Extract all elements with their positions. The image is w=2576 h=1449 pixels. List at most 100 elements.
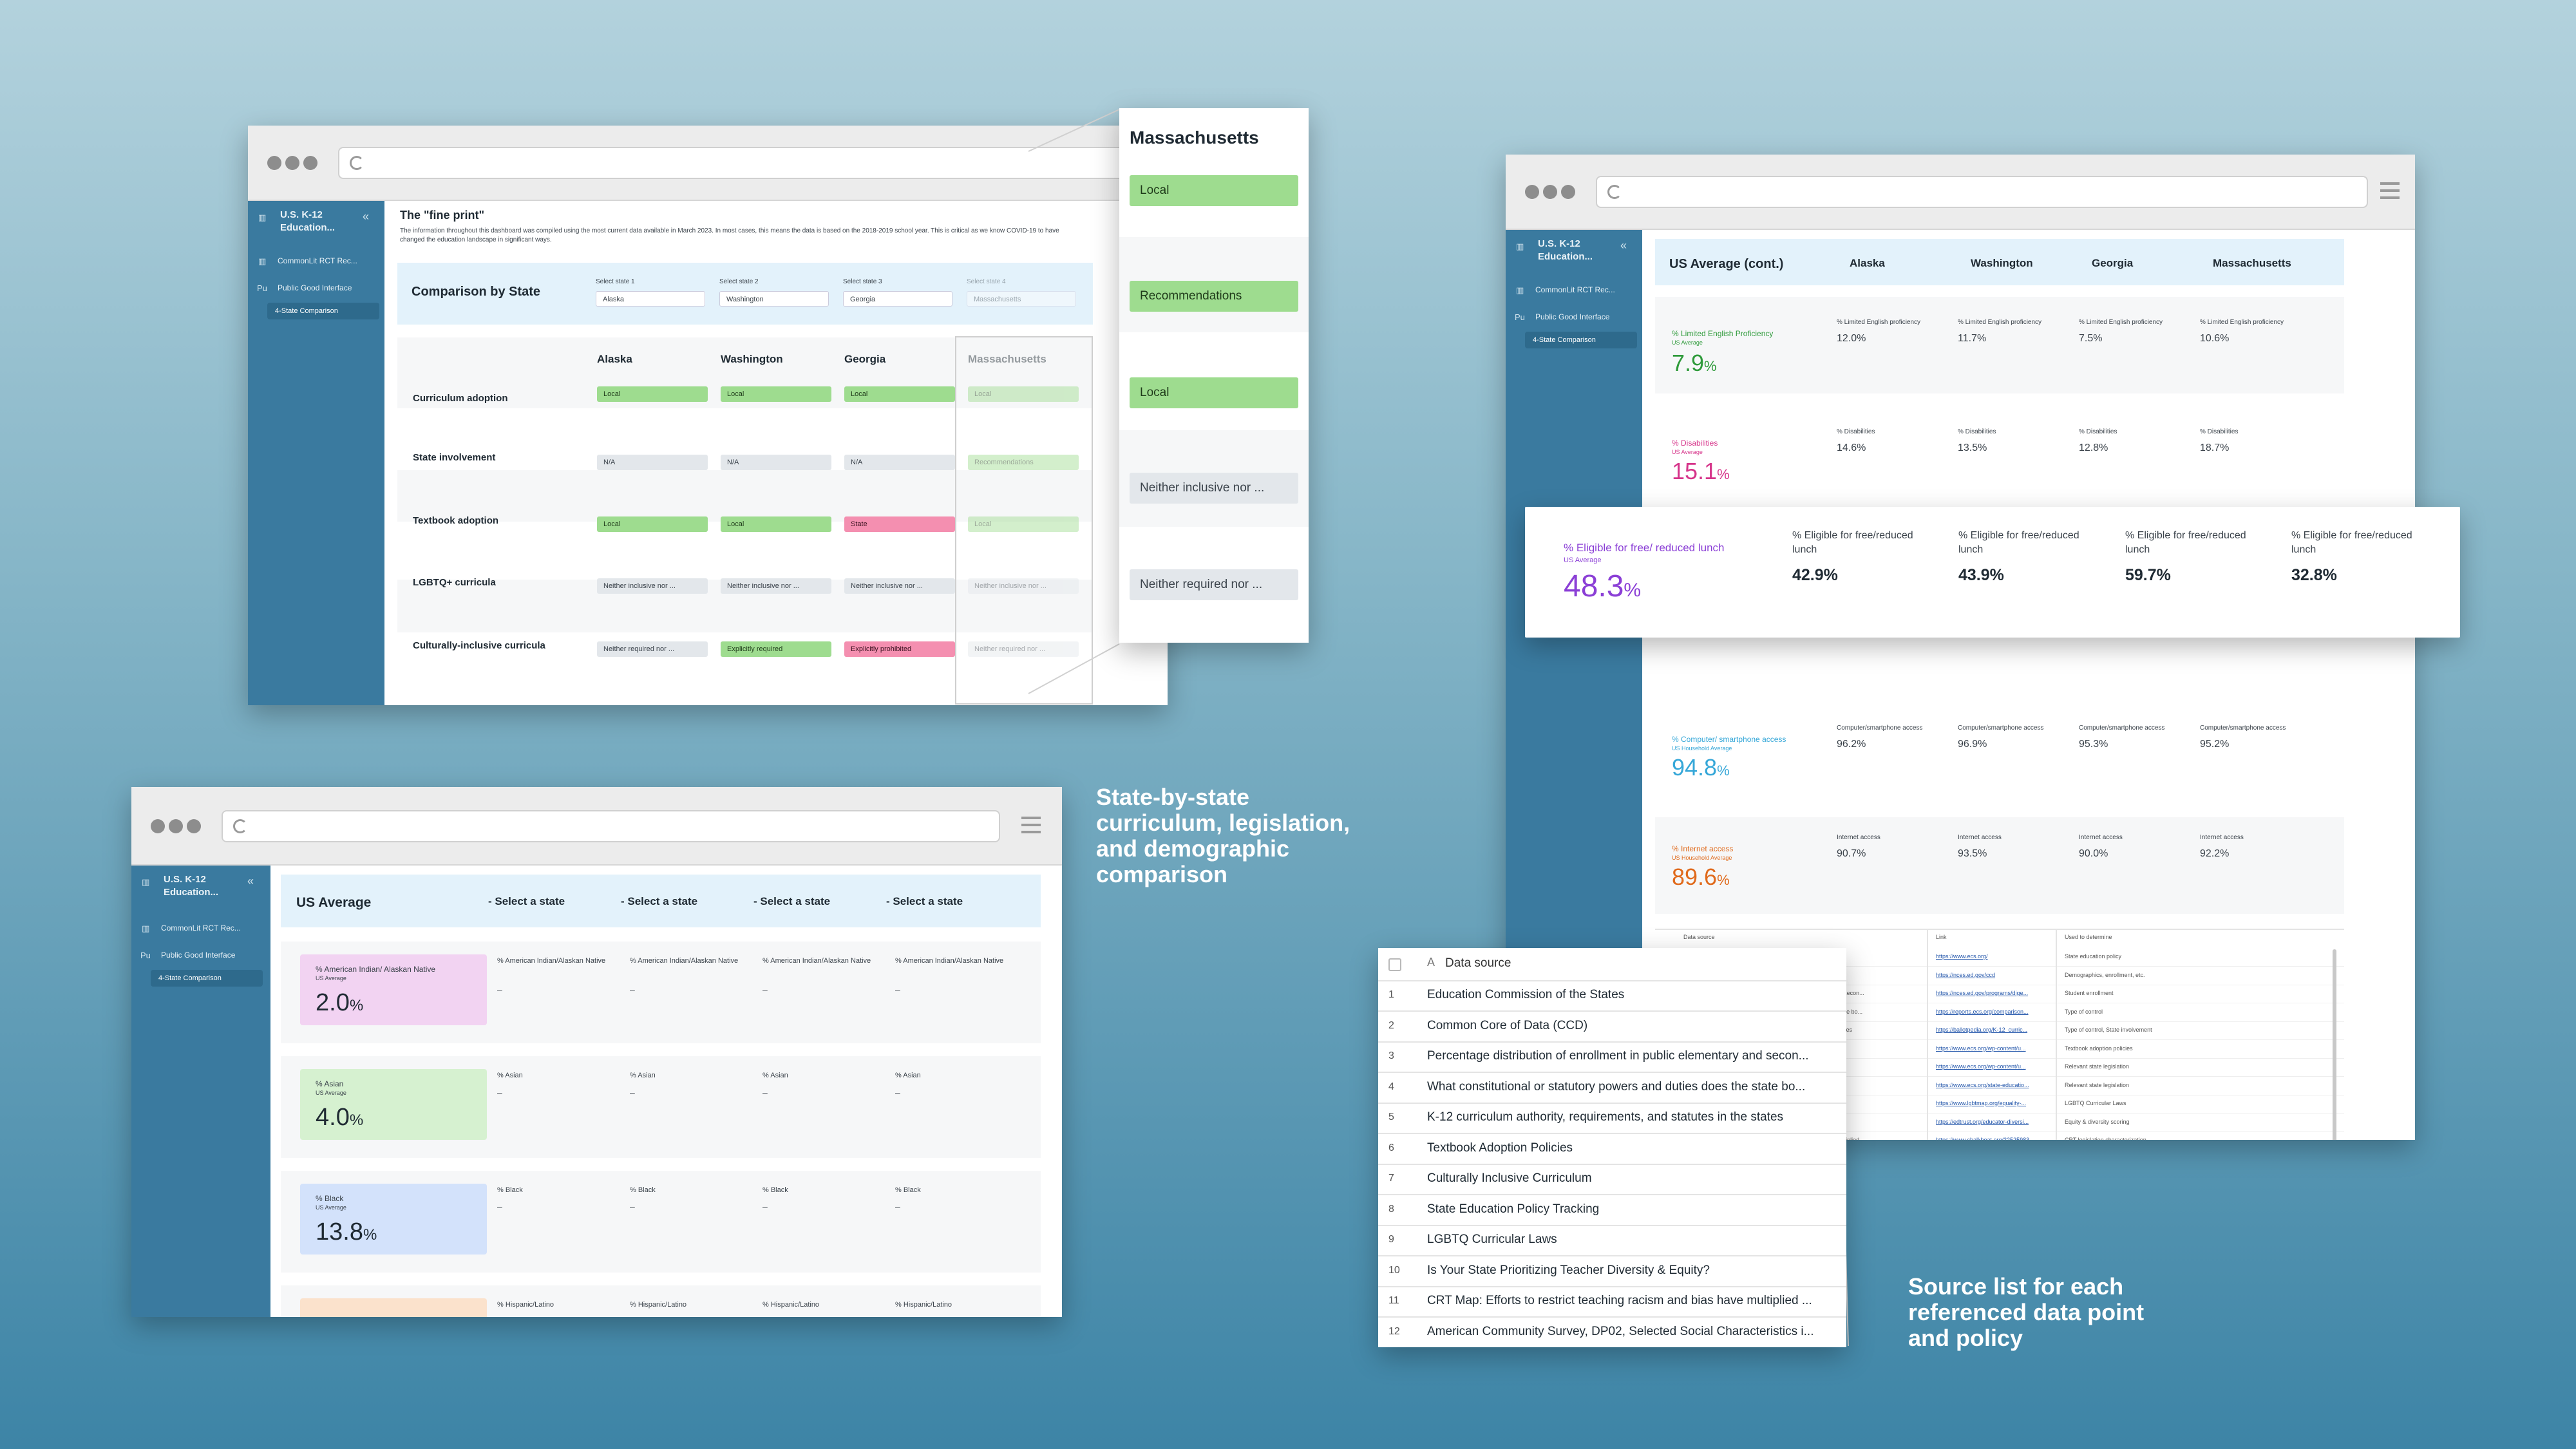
list-item[interactable]: 10 Is Your State Prioritizing Teacher Div… [1378,1256,1846,1287]
row-number: 1 [1388,989,1394,1000]
sidebar-item-public-good[interactable]: Public Good Interface [1535,312,1609,321]
used-to-determine-cell: LGBTQ Curricular Laws [2065,1100,2126,1106]
col-label: % Asian [762,1072,788,1079]
address-bar[interactable] [222,810,1000,842]
link-cell[interactable]: https://reports.ecs.org/comparison... [1936,1009,2052,1015]
list-item[interactable]: 2 Common Core of Data (CCD) [1378,1011,1846,1043]
collapse-icon[interactable]: « [247,875,254,888]
cell-alaska-lgbtq: Neither inclusive nor ... [597,578,708,594]
col-label: % Hispanic/Latino [630,1301,687,1309]
popup-col-value: 59.7% [2125,566,2171,584]
select-state-3[interactable]: Georgia [843,291,952,307]
metric-label: % Computer/ smartphone access [1672,735,1786,744]
header-massachusetts: Massachusetts [2213,257,2291,269]
select-state-1[interactable]: Alaska [596,291,705,307]
metric-number: 15.1 [1672,458,1718,484]
link-cell[interactable]: https://www.lgbtmap.org/equality-... [1936,1100,2052,1106]
window-dot-close[interactable] [151,819,165,833]
reload-icon[interactable] [350,156,364,170]
cell-georgia-textbook: State [844,516,955,532]
window-dot-maximize[interactable] [1561,185,1575,199]
pu-icon: pu [1515,312,1525,322]
select-state-4[interactable]: Massachusetts [967,291,1076,307]
list-item[interactable]: 6 Textbook Adoption Policies [1378,1133,1846,1165]
sidebar-item-public-good[interactable]: Public Good Interface [278,283,352,292]
link-cell[interactable]: https://www.ecs.org/ [1936,953,2052,960]
link-cell[interactable]: https://edtrust.org/educator-diversi... [1936,1119,2052,1125]
window-dot-maximize[interactable] [303,156,317,170]
header-washington: Washington [1971,257,2033,269]
link-cell[interactable]: https://nces.ed.gov/programs/dige... [1936,990,2052,996]
window-dot-maximize[interactable] [187,819,201,833]
list-item[interactable]: 9 LGBTQ Curricular Laws [1378,1225,1846,1256]
link-cell[interactable]: https://www.chalkbeat.org/22525983... [1936,1137,2052,1140]
window-dot-minimize[interactable] [169,819,183,833]
window-dot-minimize[interactable] [1543,185,1557,199]
sidebar-item-4-state[interactable]: 4-State Comparison [267,303,379,319]
list-item[interactable]: 8 State Education Policy Tracking [1378,1195,1846,1226]
table-divider [1927,930,1928,1140]
reload-icon[interactable] [233,819,247,833]
list-item[interactable]: 4 What constitutional or statutory powers… [1378,1072,1846,1104]
row-number: 3 [1388,1050,1394,1061]
popup-sub: US Average [1564,556,1602,564]
list-item[interactable]: 3 Percentage distribution of enrollment i… [1378,1041,1846,1073]
data-source-name: Common Core of Data (CCD) [1427,1018,1588,1032]
select-state-4[interactable]: - Select a state [886,895,963,908]
used-to-determine-cell: Equity & diversity scoring [2065,1118,2130,1125]
metric-value: 7.9% [1672,350,1717,377]
col-value: 92.2% [2200,848,2230,859]
col-label: % Limited English proficiency [1837,319,1921,326]
popup-value: 48.3% [1564,569,1641,604]
window-dot-minimize[interactable] [285,156,299,170]
link-cell[interactable]: https://www.ecs.org/wp-content/u... [1936,1045,2052,1052]
collapse-icon[interactable]: « [1620,239,1627,252]
select-label-2: Select state 2 [719,278,759,285]
reload-icon[interactable] [1607,185,1622,199]
chart-icon: ▥ [258,213,267,222]
link-cell[interactable]: https://ballotpedia.org/K-12_curric... [1936,1027,2052,1033]
menu-icon[interactable] [2380,182,2400,204]
select-state-2[interactable]: - Select a state [621,895,697,908]
col-label: % Asian [497,1072,523,1079]
col-label: Computer/smartphone access [1837,724,1923,732]
link-cell[interactable]: https://www.ecs.org/state-educatio... [1936,1082,2052,1088]
col-value: – [762,1202,768,1212]
window-dot-close[interactable] [267,156,281,170]
col-value: 18.7% [2200,442,2230,453]
percent-sign: % [1717,872,1730,888]
link-cell[interactable]: https://nces.ed.gov/ccd [1936,972,2052,978]
used-to-determine-cell: Type of control, State involvement [2065,1027,2152,1033]
window-dot-close[interactable] [1525,185,1539,199]
metric-label: % Limited English Proficiency [1672,329,1774,338]
text-type-icon: A [1427,956,1435,969]
link-cell[interactable]: https://www.ecs.org/wp-content/u... [1936,1063,2052,1070]
sidebar-item-commonlit[interactable]: CommonLit RCT Rec... [161,923,241,933]
sidebar-item-commonlit[interactable]: CommonLit RCT Rec... [1535,285,1615,294]
list-item[interactable]: 1 Education Commission of the States [1378,980,1846,1012]
metric-card-black: % Black US Average 13.8% [300,1184,487,1255]
sidebar-item-commonlit[interactable]: CommonLit RCT Rec... [278,256,357,265]
popup-col-label: % Eligible for free/reduced lunch [1958,530,2079,555]
select-state-1[interactable]: - Select a state [488,895,565,908]
list-item[interactable]: 7 Culturally Inclusive Curriculum [1378,1164,1846,1195]
address-bar[interactable] [1596,176,2368,208]
menu-icon[interactable] [1021,817,1041,838]
state-header-georgia: Georgia [844,353,886,365]
list-item[interactable]: 5 K-12 curriculum authority, requirements… [1378,1103,1846,1134]
cell-alaska-involvement: N/A [597,455,708,470]
caption-line: referenced data point [1908,1299,2145,1325]
list-item[interactable]: 12 American Community Survey, DP02, Selec… [1378,1317,1846,1347]
sidebar-item-4-state[interactable]: 4-State Comparison [151,970,263,987]
sidebar-title: U.S. K-12 Education... [1538,238,1593,262]
list-item[interactable]: 11 CRT Map: Efforts to restrict teaching … [1378,1286,1846,1318]
address-bar[interactable] [338,147,1159,179]
vertical-scrollbar[interactable] [2333,949,2336,1140]
select-all-checkbox[interactable] [1388,958,1401,971]
select-state-2[interactable]: Washington [719,291,829,307]
sidebar-item-4-state[interactable]: 4-State Comparison [1525,332,1637,348]
cell-washington-cultural: Explicitly required [721,641,831,657]
sidebar-item-public-good[interactable]: Public Good Interface [161,951,235,960]
select-state-3[interactable]: - Select a state [753,895,830,908]
collapse-icon[interactable]: « [363,210,369,223]
